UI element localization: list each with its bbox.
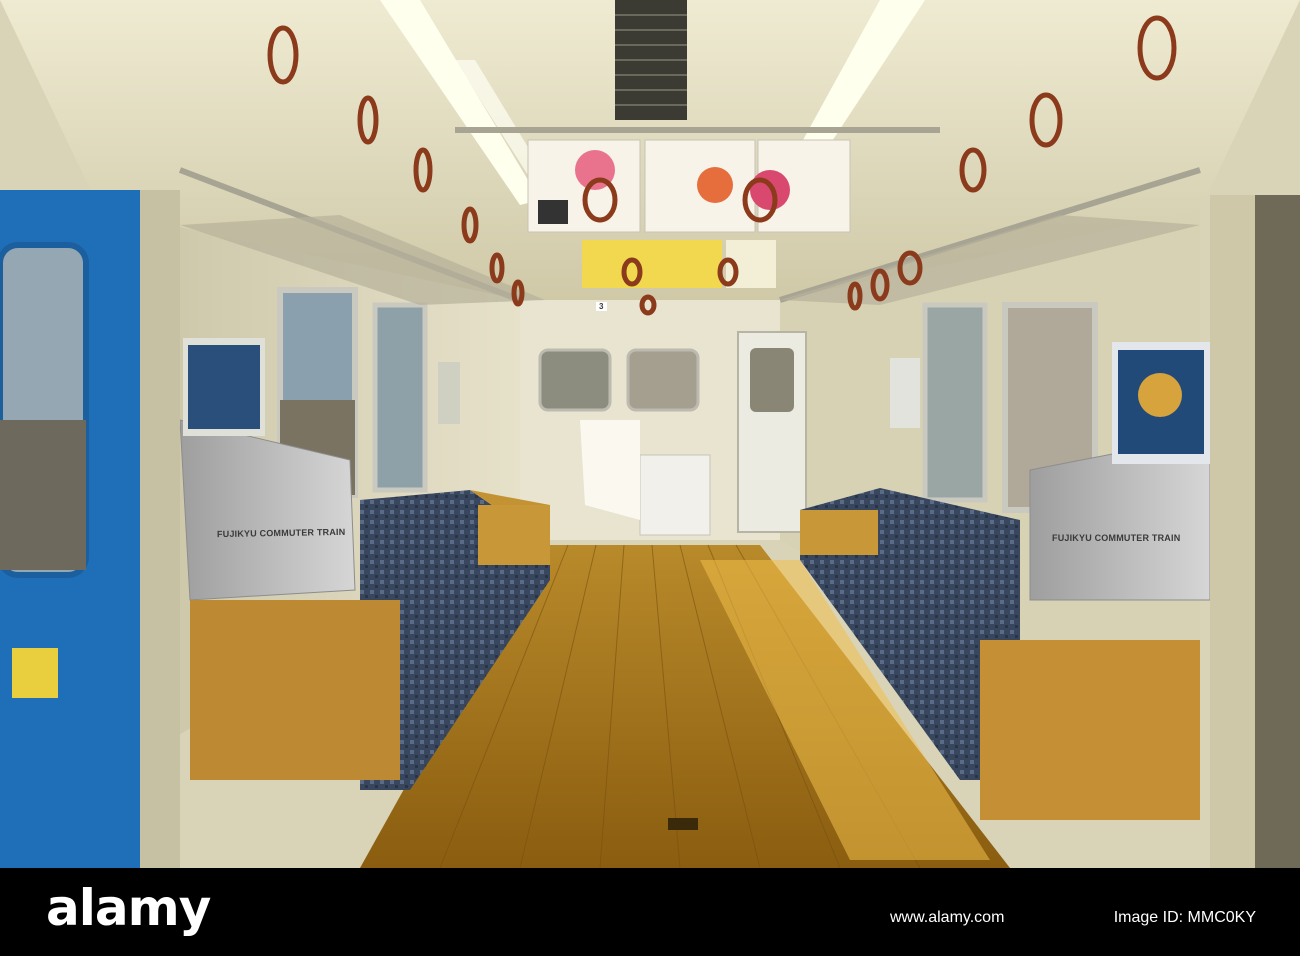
image-id-label: Image ID: MMC0KY	[1113, 909, 1256, 926]
train-interior-scene	[0, 0, 1300, 868]
partition-sign-right: FUJIKYU COMMUTER TRAIN	[1052, 533, 1181, 543]
train-interior-photo: FUJIKYU COMMUTER TRAIN FUJIKYU COMMUTER …	[0, 0, 1300, 868]
alamy-logo: alamy	[46, 879, 211, 937]
watermark-url: www.alamy.com	[890, 909, 1005, 926]
car-number-plate: 3	[596, 302, 607, 311]
